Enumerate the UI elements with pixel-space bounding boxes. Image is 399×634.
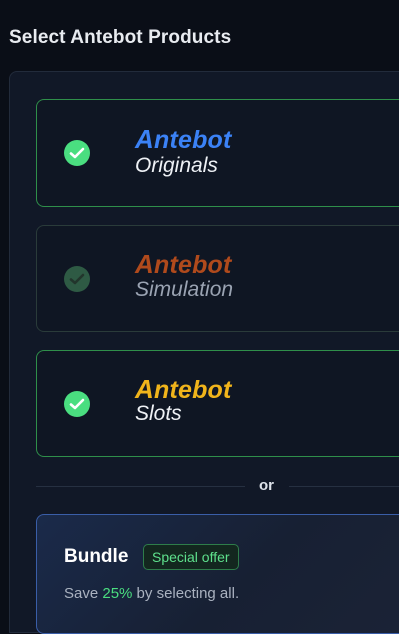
check-circle-icon <box>64 265 90 292</box>
product-name: Slots <box>135 402 182 425</box>
product-card-slots[interactable]: Antebot Slots <box>36 350 399 457</box>
special-offer-badge: Special offer <box>143 544 239 570</box>
divider-line-left <box>36 486 245 487</box>
brand-initial: A <box>135 249 154 279</box>
bundle-title: Bundle <box>64 546 129 567</box>
antebot-logo: Antebot <box>135 124 232 154</box>
product-name: Originals <box>135 154 218 177</box>
product-card-simulation[interactable]: Antebot Simulation <box>36 225 399 332</box>
divider-line-right <box>289 486 399 487</box>
check-circle-icon <box>64 140 90 166</box>
brand-rest: ntebot <box>153 251 232 279</box>
product-card-originals[interactable]: Antebot Originals <box>36 99 399 207</box>
antebot-logo: Antebot <box>135 249 232 279</box>
bundle-discount-percent: 25% <box>102 585 133 602</box>
antebot-logo: Antebot <box>135 374 232 404</box>
or-divider-label: or <box>259 477 274 494</box>
bundle-description: Save 25% by selecting all. <box>64 585 239 602</box>
bundle-desc-prefix: Save <box>64 585 103 602</box>
product-name: Simulation <box>135 278 234 301</box>
brand-initial: A <box>135 374 154 404</box>
brand-initial: A <box>135 124 154 154</box>
brand-rest: ntebot <box>153 376 232 404</box>
bundle-card[interactable]: Bundle Special offer Save 25% by selecti… <box>36 514 399 634</box>
bundle-desc-suffix: by selecting all. <box>132 585 240 602</box>
page-title: Select Antebot Products <box>9 27 232 48</box>
check-circle-icon <box>64 390 90 417</box>
brand-rest: ntebot <box>153 126 232 154</box>
